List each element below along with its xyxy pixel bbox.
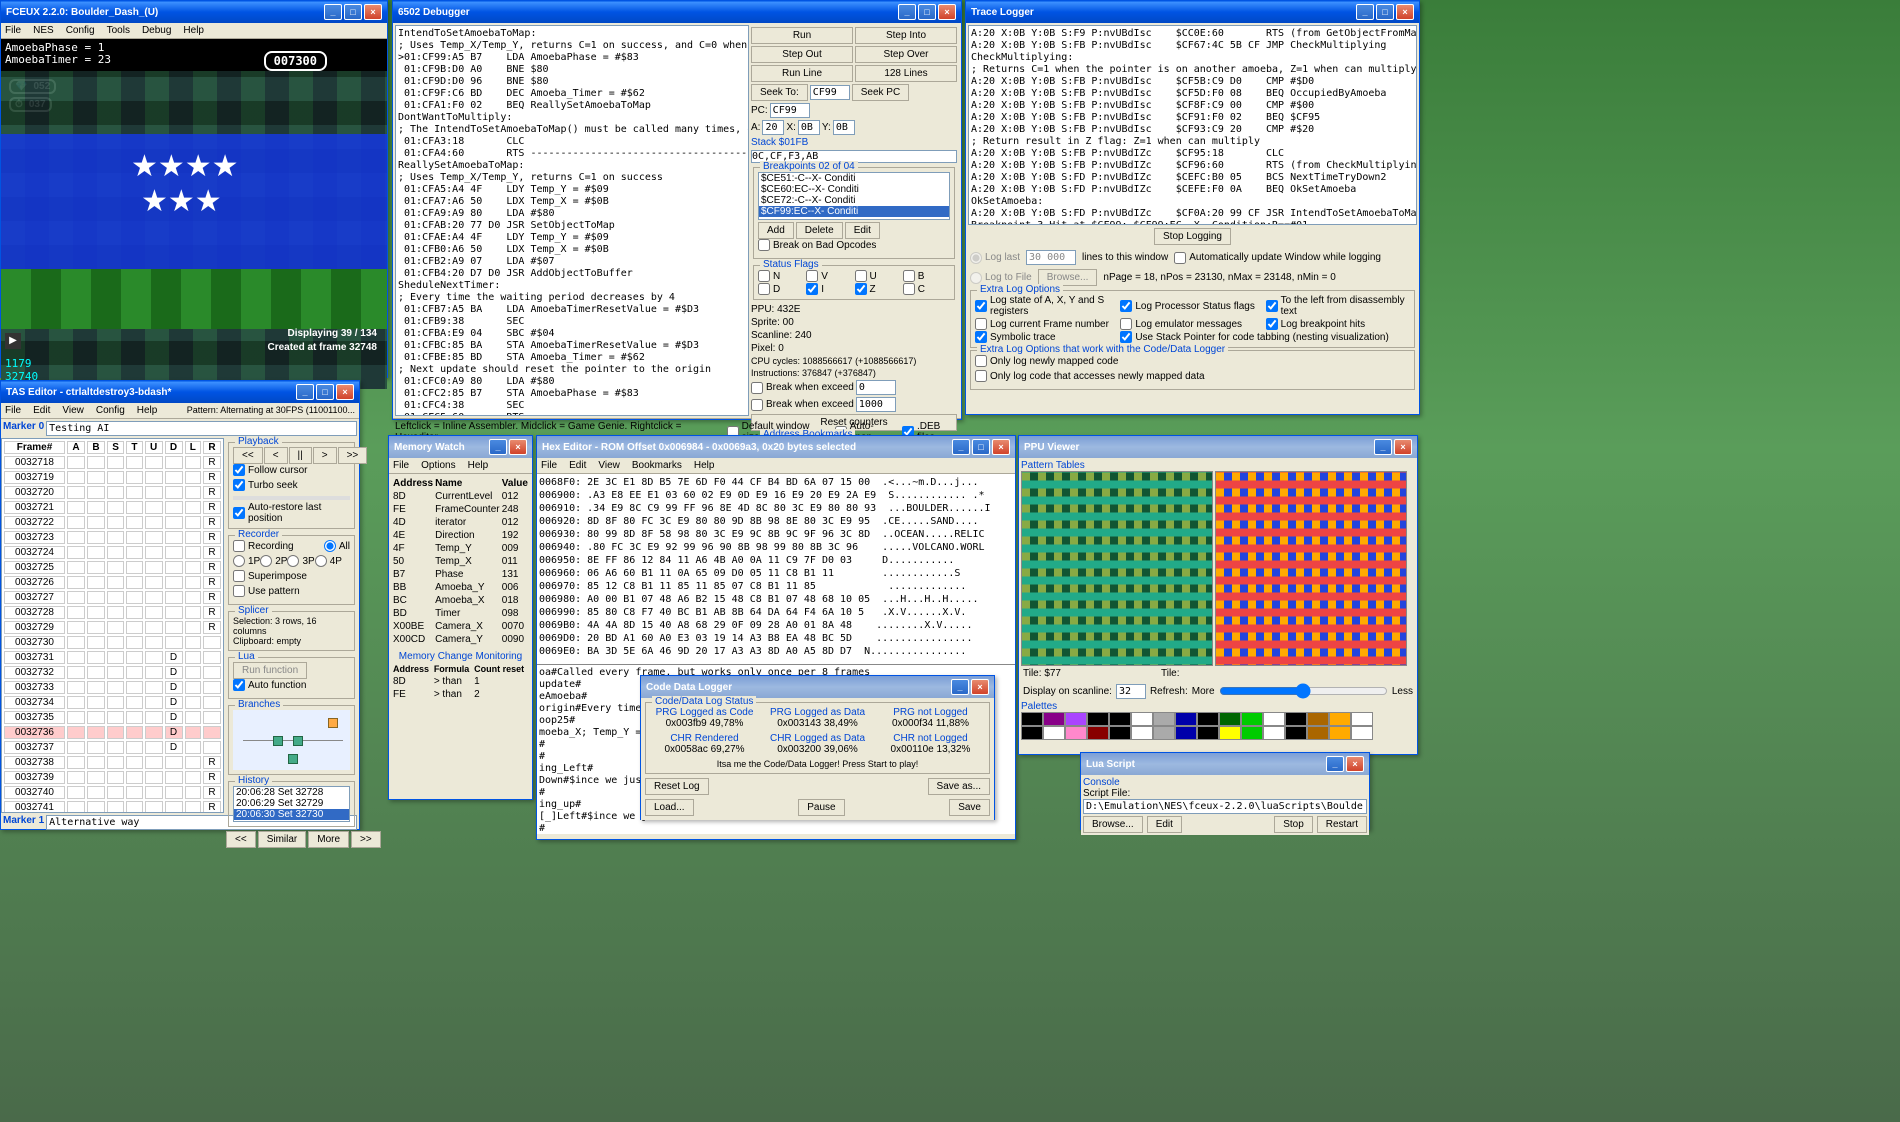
menubar: FileEditViewConfigHelp Pattern: Alternat… — [1, 403, 359, 419]
play-icon[interactable]: ▶ — [5, 333, 21, 349]
128lines-btn[interactable]: 128 Lines — [855, 65, 957, 82]
x-input[interactable] — [798, 120, 820, 135]
scanline-label: Scanline: 240 — [751, 330, 957, 341]
maximize-btn[interactable]: □ — [344, 4, 362, 20]
monitor-table[interactable]: AddressFormulaCount reset8D> than1FE> th… — [391, 662, 530, 702]
ppu-window: PPU Viewer_× Pattern Tables Tile: $77Til… — [1018, 435, 1418, 755]
lua-window: Lua Script_× Console Script File: Browse… — [1080, 752, 1370, 830]
menubar: File NES Config Tools Debug Help — [1, 23, 387, 39]
seek-input[interactable] — [810, 85, 850, 100]
memwatch-window: Memory Watch_× FileOptionsHelp AddressNa… — [388, 435, 533, 800]
stepinto-btn[interactable]: Step Into — [855, 27, 957, 44]
forward-full-btn[interactable]: >> — [338, 447, 368, 464]
pause-btn[interactable]: Pause — [798, 799, 844, 816]
titlebar: 6502 Debugger _□× — [393, 1, 961, 23]
menu-file[interactable]: File — [5, 25, 21, 36]
breakpoint-list[interactable]: $CE51:-C--X- Conditi$CE60:EC--X- Conditi… — [758, 172, 950, 220]
marker1-label[interactable]: Marker 1 — [3, 815, 44, 830]
debugger-window: 6502 Debugger _□× IntendToSetAmoebaToMap… — [392, 0, 962, 420]
tas-window: TAS Editor - ctrlaltdestroy3-bdash* _□× … — [0, 380, 360, 830]
runline-btn[interactable]: Run Line — [751, 65, 853, 82]
minimize-btn[interactable]: _ — [898, 4, 916, 20]
cycles-label: CPU cycles: 1088566617 (+1088566617) — [751, 356, 957, 366]
palette-display[interactable] — [1021, 712, 1415, 740]
a-input[interactable] — [762, 120, 784, 135]
stack-label: Stack $01FB — [751, 137, 957, 148]
titlebar: FCEUX 2.2.0: Boulder_Dash_(U) _□× — [1, 1, 387, 23]
playback-status: Displaying 39 / 134Created at frame 3274… — [267, 325, 377, 353]
marker0-label[interactable]: Marker 0 — [3, 421, 44, 436]
pc-label: PC: — [751, 105, 768, 116]
watch-table[interactable]: AddressNameValue8DCurrentLevel012FEFrame… — [391, 476, 530, 647]
pause-btn[interactable]: || — [289, 447, 312, 464]
instr-label: Instructions: 376847 (+376847) — [751, 368, 957, 378]
seekpc-btn[interactable]: Seek PC — [852, 84, 909, 101]
saveas-btn[interactable]: Save as... — [928, 778, 990, 795]
menu-config[interactable]: Config — [66, 25, 95, 36]
stop-logging-btn[interactable]: Stop Logging — [1154, 228, 1231, 245]
save-btn[interactable]: Save — [949, 799, 990, 816]
reset-log-btn[interactable]: Reset Log — [645, 778, 709, 795]
stepout-btn[interactable]: Step Out — [751, 46, 853, 63]
menu-debug[interactable]: Debug — [142, 25, 171, 36]
cdl-window: Code Data Logger_× Code/Data Log Status … — [640, 675, 995, 820]
close-btn[interactable]: × — [364, 4, 382, 20]
pattern-table-1[interactable] — [1215, 471, 1407, 666]
bp-add-btn[interactable]: Add — [758, 222, 794, 239]
sprite-label: Sprite: 00 — [751, 317, 957, 328]
fceux-window: FCEUX 2.2.0: Boulder_Dash_(U) _□× File N… — [0, 0, 388, 378]
game-display: AmoebaPhase = 1 AmoebaTimer = 23 007300 … — [1, 39, 387, 389]
bp-delete-btn[interactable]: Delete — [796, 222, 843, 239]
ppu-label: PPU: 432E — [751, 304, 957, 315]
flags-title: Status Flags — [760, 259, 822, 270]
stepover-btn[interactable]: Step Over — [855, 46, 957, 63]
titlebar: TAS Editor - ctrlaltdestroy3-bdash* _□× — [1, 381, 359, 403]
break-bad-chk[interactable]: Break on Bad Opcodes — [758, 239, 876, 251]
hud-score: 007300 — [264, 51, 327, 71]
minimize-btn[interactable]: _ — [324, 4, 342, 20]
trace-log[interactable]: A:20 X:0B Y:0B S:F9 P:nvUBdIsc $CC0E:60 … — [968, 25, 1417, 225]
run-btn[interactable]: Run — [751, 27, 853, 44]
disassembly[interactable]: IntendToSetAmoebaToMap: ; Uses Temp_X/Te… — [395, 25, 749, 416]
piano-roll[interactable]: Frame#ABSTUDLR0032718R0032719R0032720R00… — [1, 438, 224, 813]
maximize-btn[interactable]: □ — [918, 4, 936, 20]
history-list[interactable]: 20:06:28 Set 3272820:06:29 Set 3272920:0… — [233, 786, 350, 822]
forward-btn[interactable]: > — [313, 447, 337, 464]
close-btn[interactable]: × — [938, 4, 956, 20]
scanline-input[interactable] — [1116, 684, 1146, 699]
rewind-full-btn[interactable]: << — [233, 447, 263, 464]
hud-timer: AmoebaTimer = 23 — [5, 53, 111, 66]
pc-input[interactable] — [770, 103, 810, 118]
menu-tools[interactable]: Tools — [107, 25, 130, 36]
menu-nes[interactable]: NES — [33, 25, 54, 36]
edit-btn[interactable]: Edit — [1147, 816, 1182, 833]
browse-btn[interactable]: Browse... — [1083, 816, 1143, 833]
load-btn[interactable]: Load... — [645, 799, 694, 816]
restart-btn[interactable]: Restart — [1317, 816, 1367, 833]
stop-btn[interactable]: Stop — [1274, 816, 1313, 833]
marker0-input[interactable] — [46, 421, 357, 436]
seekto-btn[interactable]: Seek To: — [751, 84, 808, 101]
bp-edit-btn[interactable]: Edit — [845, 222, 880, 239]
branches-canvas[interactable] — [233, 710, 350, 770]
titlebar: Trace Logger _□× — [966, 1, 1419, 23]
hex-dump[interactable]: 0068F0: 2E 3C E1 8D B5 7E 6D F0 44 CF B4… — [537, 474, 1015, 664]
pattern-table-0[interactable] — [1021, 471, 1213, 666]
script-path-input[interactable] — [1083, 799, 1367, 814]
bp-title: Breakpoints 02 of 04 — [760, 161, 858, 172]
menu-help[interactable]: Help — [183, 25, 204, 36]
trace-window: Trace Logger _□× A:20 X:0B Y:0B S:F9 P:n… — [965, 0, 1420, 415]
y-input[interactable] — [833, 120, 855, 135]
pixel-label: Pixel: 0 — [751, 343, 957, 354]
refresh-slider[interactable] — [1219, 683, 1388, 699]
rewind-btn[interactable]: < — [264, 447, 288, 464]
